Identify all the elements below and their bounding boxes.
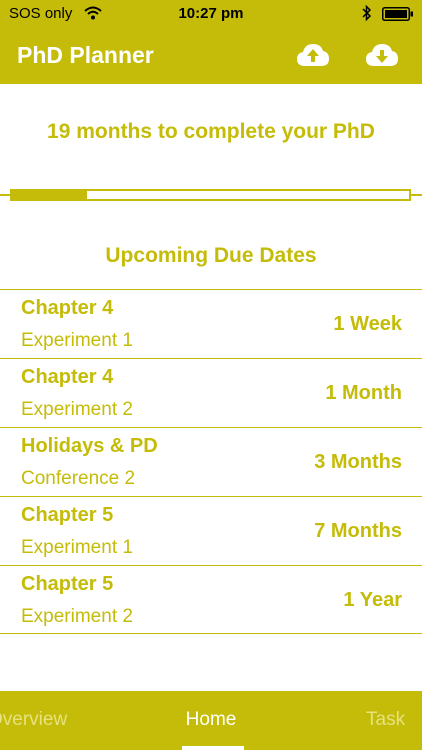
item-due: 1 Month	[325, 382, 402, 404]
due-dates-list: Chapter 4 Experiment 1 1 Week Chapter 4 …	[0, 289, 422, 634]
list-item[interactable]: Chapter 5 Experiment 2 1 Year	[0, 565, 422, 634]
item-due: 7 Months	[314, 520, 402, 542]
list-item[interactable]: Holidays & PD Conference 2 3 Months	[0, 427, 422, 496]
phd-progress-fill	[12, 191, 88, 199]
item-subtitle: Experiment 1	[21, 330, 133, 351]
tab-bar: Overview Home Task	[0, 691, 422, 750]
active-tab-indicator	[182, 746, 244, 750]
item-subtitle: Experiment 2	[21, 606, 133, 627]
list-item[interactable]: Chapter 5 Experiment 1 7 Months	[0, 496, 422, 565]
cloud-download-icon	[366, 44, 398, 66]
upload-button[interactable]	[295, 40, 331, 70]
app-title: PhD Planner	[17, 42, 154, 68]
bluetooth-icon	[362, 4, 372, 26]
months-remaining-text: 19 months to complete your PhD	[47, 120, 375, 143]
phd-progress-bar	[10, 189, 411, 201]
item-subtitle: Experiment 1	[21, 537, 133, 558]
list-item[interactable]: Chapter 4 Experiment 1 1 Week	[0, 289, 422, 358]
header: SOS only 10:27 pm PhD Planner	[0, 0, 422, 84]
download-button[interactable]	[364, 40, 400, 70]
list-item[interactable]: Chapter 4 Experiment 2 1 Month	[0, 358, 422, 427]
item-title: Chapter 5	[21, 504, 114, 526]
item-subtitle: Conference 2	[21, 468, 136, 489]
item-title: Holidays & PD	[21, 435, 158, 457]
item-due: 1 Week	[333, 313, 402, 335]
app-screen: SOS only 10:27 pm PhD Planner 19 months …	[0, 0, 422, 750]
item-title: Chapter 5	[21, 573, 114, 595]
item-due: 3 Months	[314, 451, 402, 473]
upcoming-due-dates-title: Upcoming Due Dates	[105, 244, 317, 267]
cloud-upload-icon	[297, 44, 329, 66]
status-bar: SOS only 10:27 pm	[0, 0, 422, 28]
item-due: 1 Year	[343, 589, 402, 611]
item-title: Chapter 4	[21, 366, 114, 388]
item-subtitle: Experiment 2	[21, 399, 133, 420]
tab-task[interactable]: Task	[366, 709, 405, 731]
battery-icon	[382, 7, 414, 25]
item-title: Chapter 4	[21, 297, 114, 319]
tab-home[interactable]: Home	[0, 709, 422, 731]
status-time: 10:27 pm	[178, 5, 244, 22]
